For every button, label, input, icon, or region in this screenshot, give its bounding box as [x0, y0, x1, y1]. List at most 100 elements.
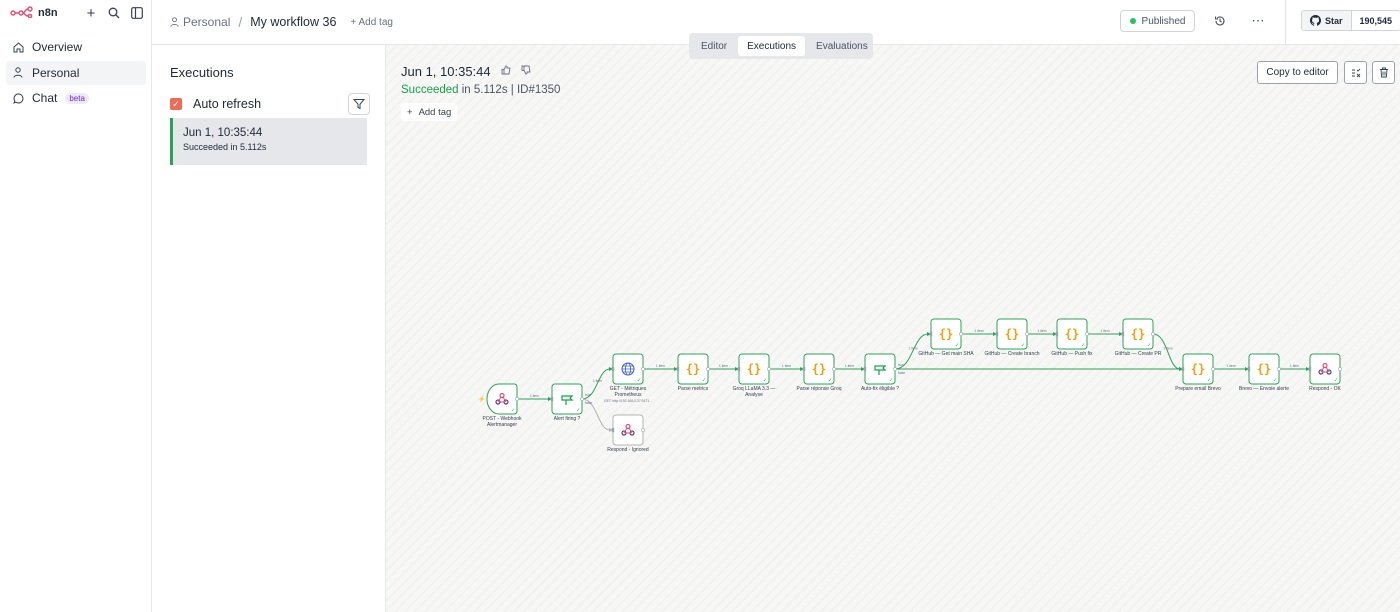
- execution-item-status: Succeeded in 5.112s: [183, 142, 267, 152]
- connection-item-count: 1 item: [782, 364, 791, 368]
- workflow-node[interactable]: {}✓ GitHub — Push fix: [1051, 318, 1093, 357]
- svg-text:{}: {}: [1005, 327, 1019, 341]
- header-divider: [1285, 0, 1286, 45]
- svg-text:{}: {}: [686, 362, 700, 376]
- github-icon: [1310, 15, 1321, 26]
- branch-label: false: [898, 371, 905, 375]
- workflow-connection[interactable]: 1 item: [769, 364, 804, 371]
- github-star-widget[interactable]: Star 190,545: [1301, 10, 1400, 31]
- breadcrumb-project[interactable]: Personal: [170, 15, 230, 29]
- node-name: Brevo — Envoie alerte: [1239, 386, 1289, 392]
- search-icon[interactable]: [105, 4, 123, 22]
- success-check-icon: ✓: [763, 378, 767, 384]
- executions-title: Executions: [170, 65, 234, 80]
- branch-label: true: [898, 363, 904, 367]
- success-check-icon: ✓: [955, 343, 959, 349]
- workflow-connection[interactable]: 1 item: [1087, 329, 1123, 336]
- published-label: Published: [1141, 15, 1186, 27]
- connection-item-count: 1 item: [719, 364, 728, 368]
- node-name: GitHub — Get main SHA: [918, 351, 974, 357]
- workflow-connection[interactable]: false: [895, 367, 1183, 375]
- workflow-node[interactable]: ✓GET - MétriquesPrometheusGET: http://19…: [604, 353, 652, 403]
- auto-refresh-label: Auto refresh: [193, 97, 262, 111]
- node-name: Analyse: [745, 392, 763, 398]
- sidebar-nav: Overview Personal Chat beta: [6, 35, 146, 112]
- published-status-button[interactable]: Published: [1120, 10, 1195, 32]
- workflow-connection[interactable]: 1 item true: [581, 367, 613, 400]
- auto-refresh-row[interactable]: ✓ Auto refresh: [170, 97, 261, 111]
- add-tag-link[interactable]: + Add tag: [350, 17, 393, 28]
- success-check-icon: ✓: [889, 378, 893, 384]
- workflow-node[interactable]: {}✓ Brevo — Envoie alerte: [1239, 353, 1289, 392]
- code-icon: {}: [1065, 327, 1079, 341]
- node-name: Respond - OK: [1309, 386, 1341, 392]
- success-check-icon: ✓: [1273, 378, 1277, 384]
- workflow-node[interactable]: {}✓ GitHub — Create PR: [1115, 318, 1162, 357]
- add-icon[interactable]: +: [82, 4, 100, 22]
- workflow-connection[interactable]: 1 item: [516, 394, 552, 401]
- connection-item-count: 1 item: [1100, 329, 1109, 333]
- svg-text:{}: {}: [1257, 362, 1271, 376]
- workflow-node[interactable]: ⚡✓POST - WebhookAlertmanager: [478, 383, 522, 428]
- workflow-connection[interactable]: 1 item: [643, 364, 678, 371]
- tab-executions[interactable]: Executions: [738, 36, 806, 56]
- execution-list-item[interactable]: Jun 1, 10:35:44 Succeeded in 5.112s: [170, 118, 367, 165]
- connection-item-count: 1 item: [974, 329, 983, 333]
- workflow-node[interactable]: {}✓ Parse metrics: [676, 353, 710, 392]
- node-name: Respond - Ignored: [607, 447, 649, 453]
- filter-icon: [353, 99, 365, 110]
- branch-label: false: [585, 401, 592, 405]
- sidebar-item-chat[interactable]: Chat beta: [6, 86, 146, 110]
- workflow-connection[interactable]: 1 item: [1213, 364, 1249, 371]
- workflow-node[interactable]: Respond - Ignored: [607, 414, 649, 453]
- history-icon[interactable]: [1211, 12, 1229, 30]
- workflow-connection[interactable]: 1 item: [961, 329, 997, 336]
- connection-item-count: 1 item: [845, 364, 854, 368]
- success-check-icon: ✓: [1021, 343, 1025, 349]
- workflow-node[interactable]: ✓ Respond - OK: [1308, 353, 1342, 392]
- sidebar-item-personal[interactable]: Personal: [6, 60, 146, 85]
- github-star-label: Star: [1325, 15, 1343, 26]
- github-star-button[interactable]: Star: [1302, 11, 1352, 30]
- node-name: Parse réponse Groq: [796, 386, 841, 392]
- n8n-logo[interactable]: n8n: [10, 4, 58, 22]
- workflow-node[interactable]: ✓ Auto-fix éligible ?: [861, 353, 899, 392]
- node-name: Alertmanager: [487, 422, 517, 428]
- workflow-canvas[interactable]: Jun 1, 10:35:44 Succeeded in 5.112s | ID…: [386, 45, 1400, 612]
- workflow-title[interactable]: My workflow 36: [250, 15, 336, 29]
- tab-evaluations[interactable]: Evaluations: [807, 36, 877, 56]
- workflow-node[interactable]: ✓ Alert firing ?: [550, 383, 584, 422]
- workflow-node[interactable]: {}✓ GitHub — Create branch: [984, 318, 1040, 357]
- node-name: Auto-fix éligible ?: [861, 386, 899, 392]
- node-name: GitHub — Create branch: [984, 351, 1039, 357]
- node-name: Parse metrics: [678, 386, 709, 392]
- workflow-connection[interactable]: 1 item: [1027, 329, 1057, 336]
- collapse-sidebar-icon[interactable]: [128, 4, 146, 22]
- workflow-graph[interactable]: 1 item1 itemtruefalse1 item 1 item 1 item 1…: [386, 45, 1400, 612]
- filter-button[interactable]: [348, 93, 370, 115]
- connection-item-count: 1 item: [593, 379, 602, 383]
- success-check-icon: ✓: [576, 408, 580, 414]
- workflow-connection[interactable]: 1 item: [834, 364, 865, 371]
- connection-item-count: 1 item: [1290, 364, 1299, 368]
- workflow-node[interactable]: {}✓ GitHub — Get main SHA: [918, 318, 974, 357]
- more-options-icon[interactable]: ⋯: [1249, 12, 1267, 30]
- code-icon: {}: [939, 327, 953, 341]
- breadcrumb-project-label: Personal: [183, 15, 231, 29]
- node-name: GitHub — Create PR: [1115, 351, 1162, 357]
- workflow-connection[interactable]: 1 item: [1279, 364, 1310, 371]
- workflow-node[interactable]: {}✓ Parse réponse Groq: [796, 353, 842, 392]
- workflow-node[interactable]: {}✓ Prepare email Brevo: [1175, 353, 1221, 392]
- workflow-connection[interactable]: false: [581, 398, 613, 432]
- node-name: Prometheus: [615, 392, 642, 398]
- node-name: Alert firing ?: [554, 416, 581, 422]
- workflow-node[interactable]: {}✓Groq LLaMA 3.3 —Analyse: [733, 353, 776, 398]
- auto-refresh-checkbox[interactable]: ✓: [170, 98, 182, 110]
- workflow-connection[interactable]: 1 item: [708, 364, 739, 371]
- trigger-bolt-icon: ⚡: [478, 395, 485, 403]
- tab-editor[interactable]: Editor: [692, 36, 736, 56]
- code-icon: {}: [1005, 327, 1019, 341]
- github-star-count[interactable]: 190,545: [1351, 11, 1400, 30]
- breadcrumb-separator: /: [238, 14, 243, 30]
- sidebar-item-overview[interactable]: Overview: [6, 35, 146, 59]
